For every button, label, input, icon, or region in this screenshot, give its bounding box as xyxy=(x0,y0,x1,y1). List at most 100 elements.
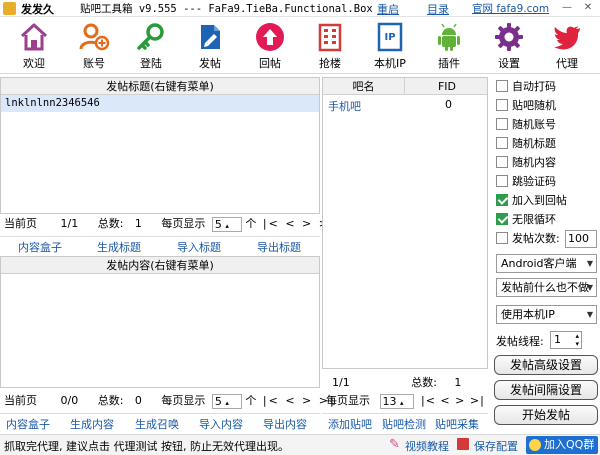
threads-label: 发帖线程: xyxy=(496,335,544,348)
content-box-link[interactable]: 内容盒子 xyxy=(6,416,50,432)
chevron-down-icon: ▼ xyxy=(586,283,593,292)
post-content-list[interactable]: 发帖内容(右键有菜单) xyxy=(0,256,320,388)
title-actions: 内容盒子 生成标题 导入标题 导出标题 xyxy=(0,236,320,255)
start-post-button[interactable]: 开始发帖 xyxy=(494,405,598,425)
toolbar-settings-button[interactable]: 设置 xyxy=(485,18,533,74)
close-button[interactable]: ✕ xyxy=(582,2,594,14)
fid-column[interactable]: FID xyxy=(406,78,488,94)
export-content-link[interactable]: 导出内容 xyxy=(263,416,307,432)
minimize-button[interactable]: — xyxy=(561,2,573,14)
per-page-label: 每页显示 xyxy=(161,394,206,407)
page-nav-buttons[interactable]: |< < > >| xyxy=(421,394,485,407)
restart-link[interactable]: 重启 xyxy=(377,1,399,17)
ip-select[interactable]: 使用本机IP ▼ xyxy=(496,305,597,324)
unit-label: 个 xyxy=(245,394,257,407)
directory-link[interactable]: 目录 xyxy=(427,1,449,17)
threads-stepper[interactable]: 1 ▴ ▾ xyxy=(550,331,582,349)
check-bar-link[interactable]: 贴吧检测 xyxy=(382,416,426,432)
total-count: 0 xyxy=(134,394,142,407)
toolbar-welcome-button[interactable]: 欢迎 xyxy=(10,18,58,74)
building-icon xyxy=(318,23,342,52)
toolbar-label: 本机IP xyxy=(374,57,406,70)
status-message: 抓取完代理, 建议点击 代理测试 按钮, 防止无效代理出现。 xyxy=(4,440,289,453)
toolbar-account-button[interactable]: 账号 xyxy=(70,18,118,74)
checkbox-box xyxy=(496,175,508,187)
toolbar-label: 欢迎 xyxy=(23,57,45,70)
random-content-checkbox[interactable]: 随机内容 xyxy=(496,155,556,171)
bar-list[interactable]: 吧名 FID 手机吧 0 xyxy=(322,77,488,369)
join-qq-group-button[interactable]: 加入QQ群 xyxy=(526,436,598,454)
import-title-link[interactable]: 导入标题 xyxy=(177,239,221,255)
stepper-arrows-icon: ▴ ▾ xyxy=(575,332,579,348)
bar-actions: 添加贴吧 贴吧检测 贴吧采集 xyxy=(322,413,488,431)
current-page-label: 当前页 xyxy=(4,217,37,230)
toolbar-label: 设置 xyxy=(498,57,520,70)
checkbox-box xyxy=(496,213,508,225)
advanced-settings-button[interactable]: 发帖高级设置 xyxy=(494,355,598,375)
add-to-reply-checkbox[interactable]: 加入到回帖 xyxy=(496,193,567,209)
generate-content-link[interactable]: 生成内容 xyxy=(70,416,114,432)
checkbox-box xyxy=(496,232,508,244)
title-pager: 当前页 1/1 总数: 1 每页显示 5 ▴ 个 |< < > >| xyxy=(4,215,336,232)
status-bar: 抓取完代理, 建议点击 代理测试 按钮, 防止无效代理出现。 ✎ 视频教程 保存… xyxy=(0,434,600,455)
bar-pager: 每页显示 13 ▴ |< < > >| xyxy=(326,392,485,409)
chevron-down-icon: ▼ xyxy=(586,259,593,268)
toolbar-label: 登陆 xyxy=(140,57,162,70)
post-count-input[interactable]: 100 xyxy=(565,230,597,248)
total-count: 1 xyxy=(134,217,142,230)
export-title-link[interactable]: 导出标题 xyxy=(257,239,301,255)
toolbar-post-button[interactable]: 发帖 xyxy=(186,18,234,74)
toolbar-label: 发帖 xyxy=(199,57,221,70)
save-config-link[interactable]: 保存配置 xyxy=(474,438,518,454)
checkbox-box xyxy=(496,137,508,149)
post-count-checkbox[interactable]: 发帖次数: xyxy=(496,231,560,247)
generate-summon-link[interactable]: 生成召唤 xyxy=(135,416,179,432)
before-post-select[interactable]: 发帖前什么也不做 ▼ xyxy=(496,278,597,297)
infinite-loop-checkbox[interactable]: 无限循环 xyxy=(496,212,556,228)
table-row[interactable]: 手机吧 0 xyxy=(323,95,487,113)
video-tutorial-link[interactable]: 视频教程 xyxy=(405,438,449,454)
checkbox-box xyxy=(496,194,508,206)
random-bar-checkbox[interactable]: 贴吧随机 xyxy=(496,98,556,114)
page-indicator: 1/1 xyxy=(60,217,79,230)
svg-text:IP: IP xyxy=(384,32,395,43)
interval-settings-button[interactable]: 发帖间隔设置 xyxy=(494,380,598,400)
add-bar-link[interactable]: 添加贴吧 xyxy=(328,416,372,432)
bar-name-column[interactable]: 吧名 xyxy=(323,78,405,94)
website-link[interactable]: 官网 fafa9.com xyxy=(472,1,549,16)
checkbox-box xyxy=(496,118,508,130)
collect-bar-link[interactable]: 贴吧采集 xyxy=(435,416,479,432)
list-item[interactable]: lnklnlnn2346546 xyxy=(1,95,319,112)
toolbar-local-ip-button[interactable]: IP 本机IP xyxy=(366,18,414,74)
random-title-checkbox[interactable]: 随机标题 xyxy=(496,136,556,152)
post-title-list[interactable]: 发帖标题(右键有菜单) lnklnlnn2346546 xyxy=(0,77,320,214)
bar-name-cell: 手机吧 xyxy=(328,100,361,113)
bar-list-header: 吧名 FID xyxy=(323,78,487,95)
per-page-stepper[interactable]: 5 ▴ xyxy=(211,393,242,409)
import-content-link[interactable]: 导入内容 xyxy=(199,416,243,432)
client-select[interactable]: Android客户端 ▼ xyxy=(496,254,597,273)
app-name: 发发久 xyxy=(21,3,54,16)
content-box-link[interactable]: 内容盒子 xyxy=(18,239,62,255)
random-account-checkbox[interactable]: 随机账号 xyxy=(496,117,556,133)
post-content-header: 发帖内容(右键有菜单) xyxy=(1,257,319,274)
fid-cell: 0 xyxy=(445,98,452,111)
per-page-stepper[interactable]: 13 ▴ xyxy=(379,393,414,409)
per-page-stepper[interactable]: 5 ▴ xyxy=(211,216,242,232)
key-icon xyxy=(137,23,164,50)
toolbar-login-button[interactable]: 登陆 xyxy=(127,18,175,74)
app-logo-icon xyxy=(3,2,16,15)
toolbar-plugin-button[interactable]: 插件 xyxy=(425,18,473,74)
toolbar-reply-button[interactable]: 回帖 xyxy=(246,18,294,74)
page-indicator: 0/0 xyxy=(60,394,79,407)
android-icon xyxy=(438,23,460,51)
toolbar-grab-floor-button[interactable]: 抢楼 xyxy=(306,18,354,74)
toolbar-proxy-button[interactable]: 代理 xyxy=(543,18,591,74)
current-page-label: 当前页 xyxy=(4,394,37,407)
auto-captcha-checkbox[interactable]: 自动打码 xyxy=(496,79,556,95)
generate-title-link[interactable]: 生成标题 xyxy=(97,239,141,255)
page-nav-buttons[interactable]: |< < > >| xyxy=(263,394,336,407)
pencil-icon: ✎ xyxy=(389,437,400,452)
skip-captcha-checkbox[interactable]: 跳验证码 xyxy=(496,174,556,190)
user-add-icon xyxy=(79,23,110,51)
